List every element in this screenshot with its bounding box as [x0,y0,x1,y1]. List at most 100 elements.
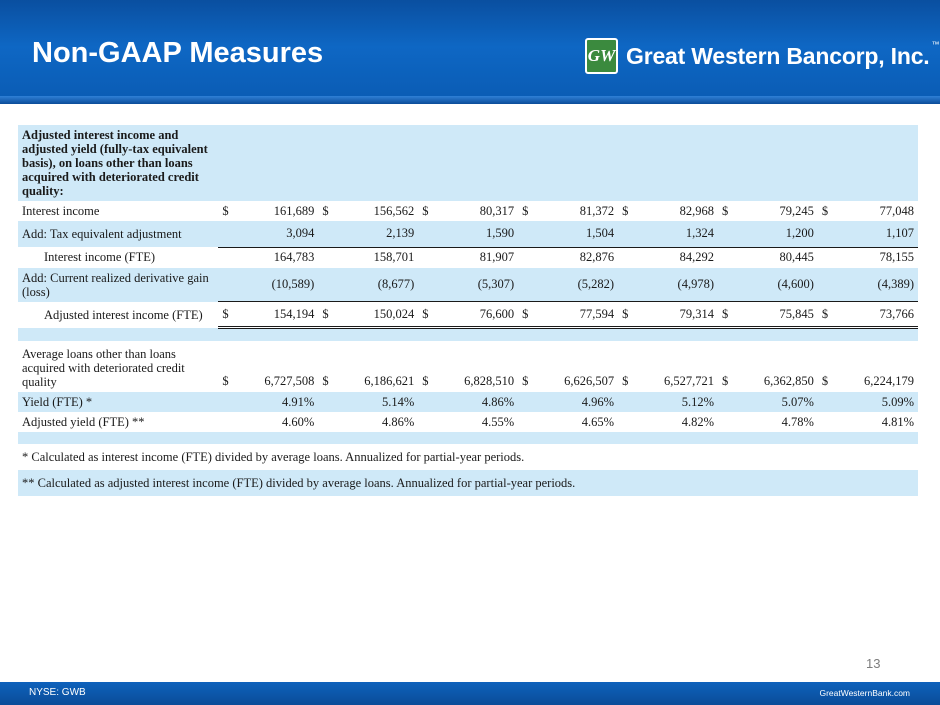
cell-value: 4.86% [335,412,419,432]
cell-value: 77,048 [835,201,918,221]
table-heading-row: Adjusted interest income and adjusted yi… [18,125,918,201]
cell-value: 4.78% [735,412,818,432]
cell-value: 6,186,621 [335,341,419,392]
currency-sign: $ [518,301,536,329]
currency-sign: $ [418,341,436,392]
cell-value: 78,155 [835,247,918,268]
cell-value: (4,978) [635,267,718,302]
cell-value: 3,094 [235,221,319,248]
cell-value: 81,907 [435,247,519,268]
currency-sign: $ [718,301,736,329]
cell-value: 4.91% [235,392,319,412]
cell-value: 4.82% [635,412,718,432]
logo-trademark: ™ [931,40,940,49]
non-gaap-table: Adjusted interest income and adjusted yi… [18,125,918,496]
header-stripe [0,96,940,104]
currency-sign: $ [618,301,636,329]
currency-sign: $ [817,301,836,329]
table-row-adjusted-yield: Adjusted yield (FTE) ** 4.60% 4.86% 4.55… [18,412,918,432]
cell-value: 1,590 [435,221,519,248]
currency-sign: $ [418,301,436,329]
table-row-tax-adjustment: Add: Tax equivalent adjustment 3,094 2,1… [18,221,918,248]
footnote-row: ** Calculated as adjusted interest incom… [18,470,918,496]
table-row-yield: Yield (FTE) * 4.91% 5.14% 4.86% 4.96% 5.… [18,392,918,412]
row-label: Average loans other than loans acquired … [18,341,219,392]
cell-value: 4.60% [235,412,319,432]
currency-sign: $ [218,341,236,392]
cell-value: 4.65% [535,412,619,432]
cell-value: 4.86% [435,392,519,412]
currency-sign: $ [218,301,236,329]
cell-value: 82,876 [535,247,619,268]
cell-value: 6,727,508 [235,341,319,392]
spacer-row [18,327,918,341]
cell-value: (8,677) [335,267,419,302]
spacer-row [18,432,918,444]
row-label: Interest income (FTE) [18,247,219,268]
header-banner: Non-GAAP Measures GW Great Western Banco… [0,0,940,104]
cell-value: 81,372 [535,201,619,221]
cell-value: 6,527,721 [635,341,718,392]
currency-sign: $ [318,301,336,329]
currency-sign: $ [817,341,836,392]
cell-value: 6,828,510 [435,341,519,392]
currency-sign: $ [218,201,236,221]
currency-sign: $ [518,201,536,221]
cell-value: 4.81% [835,412,918,432]
currency-sign: $ [817,201,836,221]
footnote-2: ** Calculated as adjusted interest incom… [18,470,918,496]
table-row-interest-income: Interest income $161,689 $156,562 $80,31… [18,201,918,221]
cell-value: 1,200 [735,221,818,248]
currency-sign: $ [618,341,636,392]
cell-value: 6,626,507 [535,341,619,392]
cell-value: 4.55% [435,412,519,432]
footnote-row: * Calculated as interest income (FTE) di… [18,444,918,470]
cell-value: 5.14% [335,392,419,412]
cell-value: 164,783 [235,247,319,268]
cell-value: (5,282) [535,267,619,302]
table-row-derivative-gain: Add: Current realized derivative gain (l… [18,267,918,302]
currency-sign: $ [318,201,336,221]
logo-mark-text: GW [587,46,616,65]
cell-value: 75,845 [735,301,818,329]
row-label: Add: Tax equivalent adjustment [18,221,219,247]
cell-value: 1,107 [835,221,918,248]
table-row-average-loans: Average loans other than loans acquired … [18,341,918,392]
cell-value: 1,324 [635,221,718,248]
gw-logo-icon: GW [585,38,618,74]
cell-value: 5.07% [735,392,818,412]
cell-value: 5.09% [835,392,918,412]
logo-wordmark: Great Western Bancorp, Inc. [626,42,930,69]
cell-value: 77,594 [535,301,619,329]
row-label: Yield (FTE) * [18,392,219,412]
cell-value: 154,194 [235,301,319,329]
cell-value: (4,600) [735,267,818,302]
cell-value: 161,689 [235,201,319,221]
ticker-label: NYSE: GWB [29,687,86,698]
footer-bar: NYSE: GWB GreatWesternBank.com [0,682,940,705]
cell-value: (4,389) [835,267,918,302]
cell-value: 82,968 [635,201,718,221]
cell-value: 79,314 [635,301,718,329]
page-title: Non-GAAP Measures [32,37,324,69]
currency-sign: $ [718,201,736,221]
company-logo: GW Great Western Bancorp, Inc. ™ [585,38,939,74]
currency-sign: $ [418,201,436,221]
cell-value: 84,292 [635,247,718,268]
cell-value: 6,224,179 [835,341,918,392]
cell-value: 4.96% [535,392,619,412]
footnote-1: * Calculated as interest income (FTE) di… [18,444,918,470]
row-label: Add: Current realized derivative gain (l… [18,267,219,302]
page-number: 13 [866,656,881,671]
cell-value: 156,562 [335,201,419,221]
currency-sign: $ [318,341,336,392]
cell-value: (5,307) [435,267,519,302]
cell-value: 158,701 [335,247,419,268]
row-label: Interest income [18,201,219,221]
cell-value: 2,139 [335,221,419,248]
table-heading: Adjusted interest income and adjusted yi… [18,125,219,201]
row-label: Adjusted interest income (FTE) [18,301,219,328]
table-row-adjusted-interest-income: Adjusted interest income (FTE) $154,194 … [18,301,918,329]
cell-value: 73,766 [835,301,918,329]
currency-sign: $ [718,341,736,392]
